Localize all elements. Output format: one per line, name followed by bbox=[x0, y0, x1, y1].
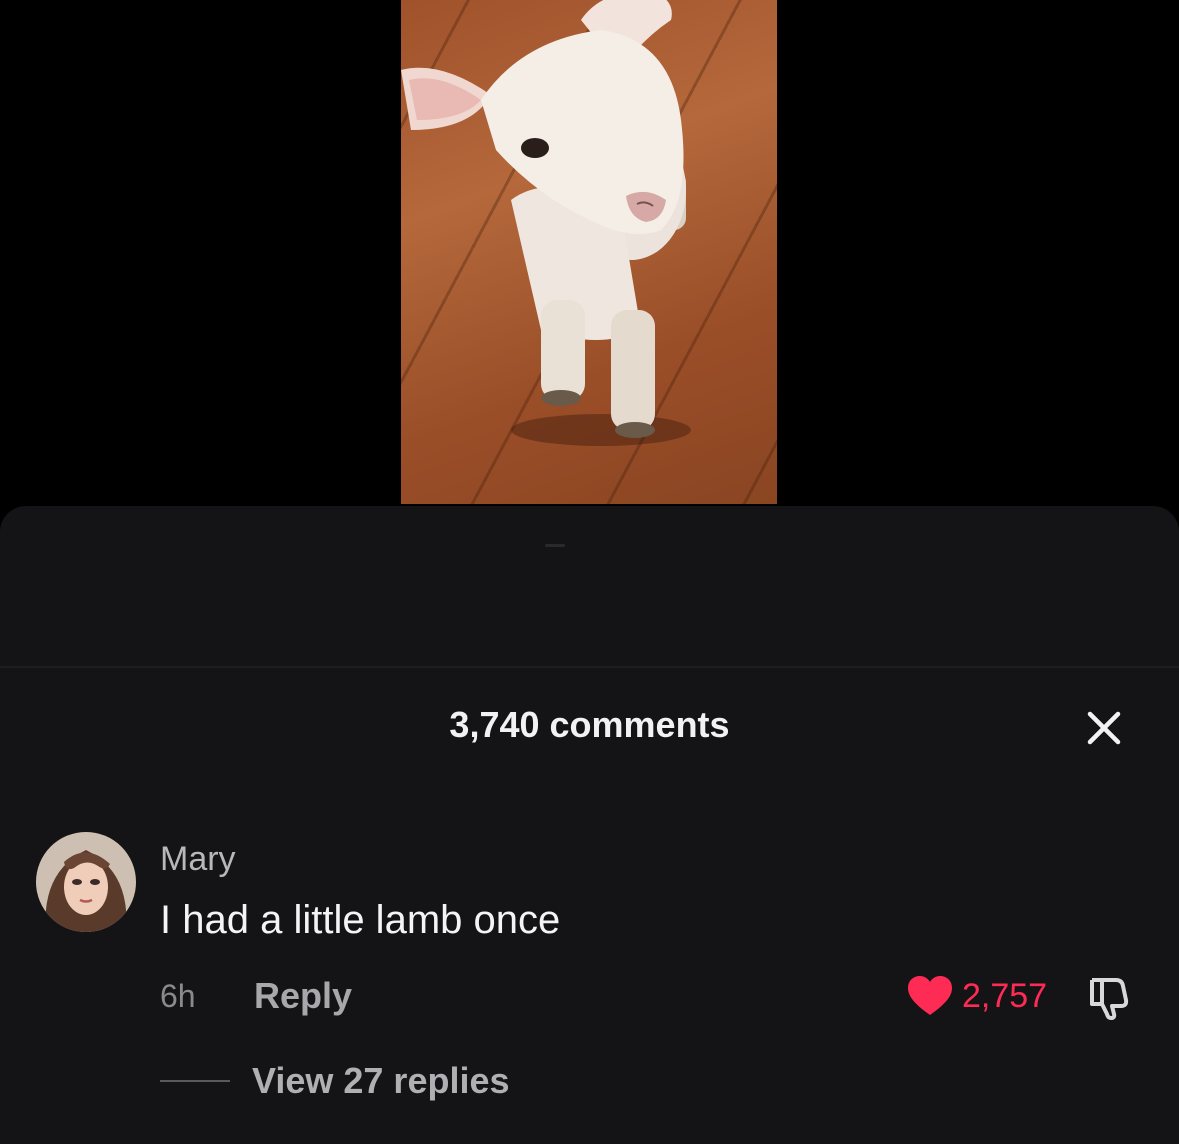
thumbs-down-icon bbox=[1090, 978, 1129, 1020]
comments-count-title: 3,740 comments bbox=[449, 704, 730, 745]
close-button[interactable] bbox=[1082, 706, 1126, 750]
view-replies-button[interactable]: View 27 replies bbox=[252, 1060, 510, 1102]
heart-icon bbox=[908, 976, 952, 1015]
lamb-image bbox=[401, 0, 691, 446]
dislike-button[interactable] bbox=[1086, 976, 1134, 1020]
avatar[interactable] bbox=[36, 832, 136, 932]
comment-username[interactable]: Mary bbox=[160, 840, 236, 879]
like-count: 2,757 bbox=[962, 976, 1048, 1015]
close-icon bbox=[1087, 711, 1121, 745]
replies-divider-line bbox=[160, 1080, 230, 1082]
like-button[interactable]: 2,757 bbox=[906, 974, 1047, 1018]
comment-timestamp: 6h bbox=[160, 978, 196, 1014]
avatar-image bbox=[36, 832, 136, 932]
reply-button[interactable]: Reply bbox=[254, 975, 352, 1017]
comments-sheet: 3,740 comments Mary I had a little lamb … bbox=[0, 506, 1179, 1144]
video-thumbnail[interactable] bbox=[401, 0, 777, 504]
drag-handle[interactable] bbox=[545, 544, 565, 547]
comment-text: I had a little lamb once bbox=[160, 898, 561, 942]
divider bbox=[0, 666, 1179, 668]
